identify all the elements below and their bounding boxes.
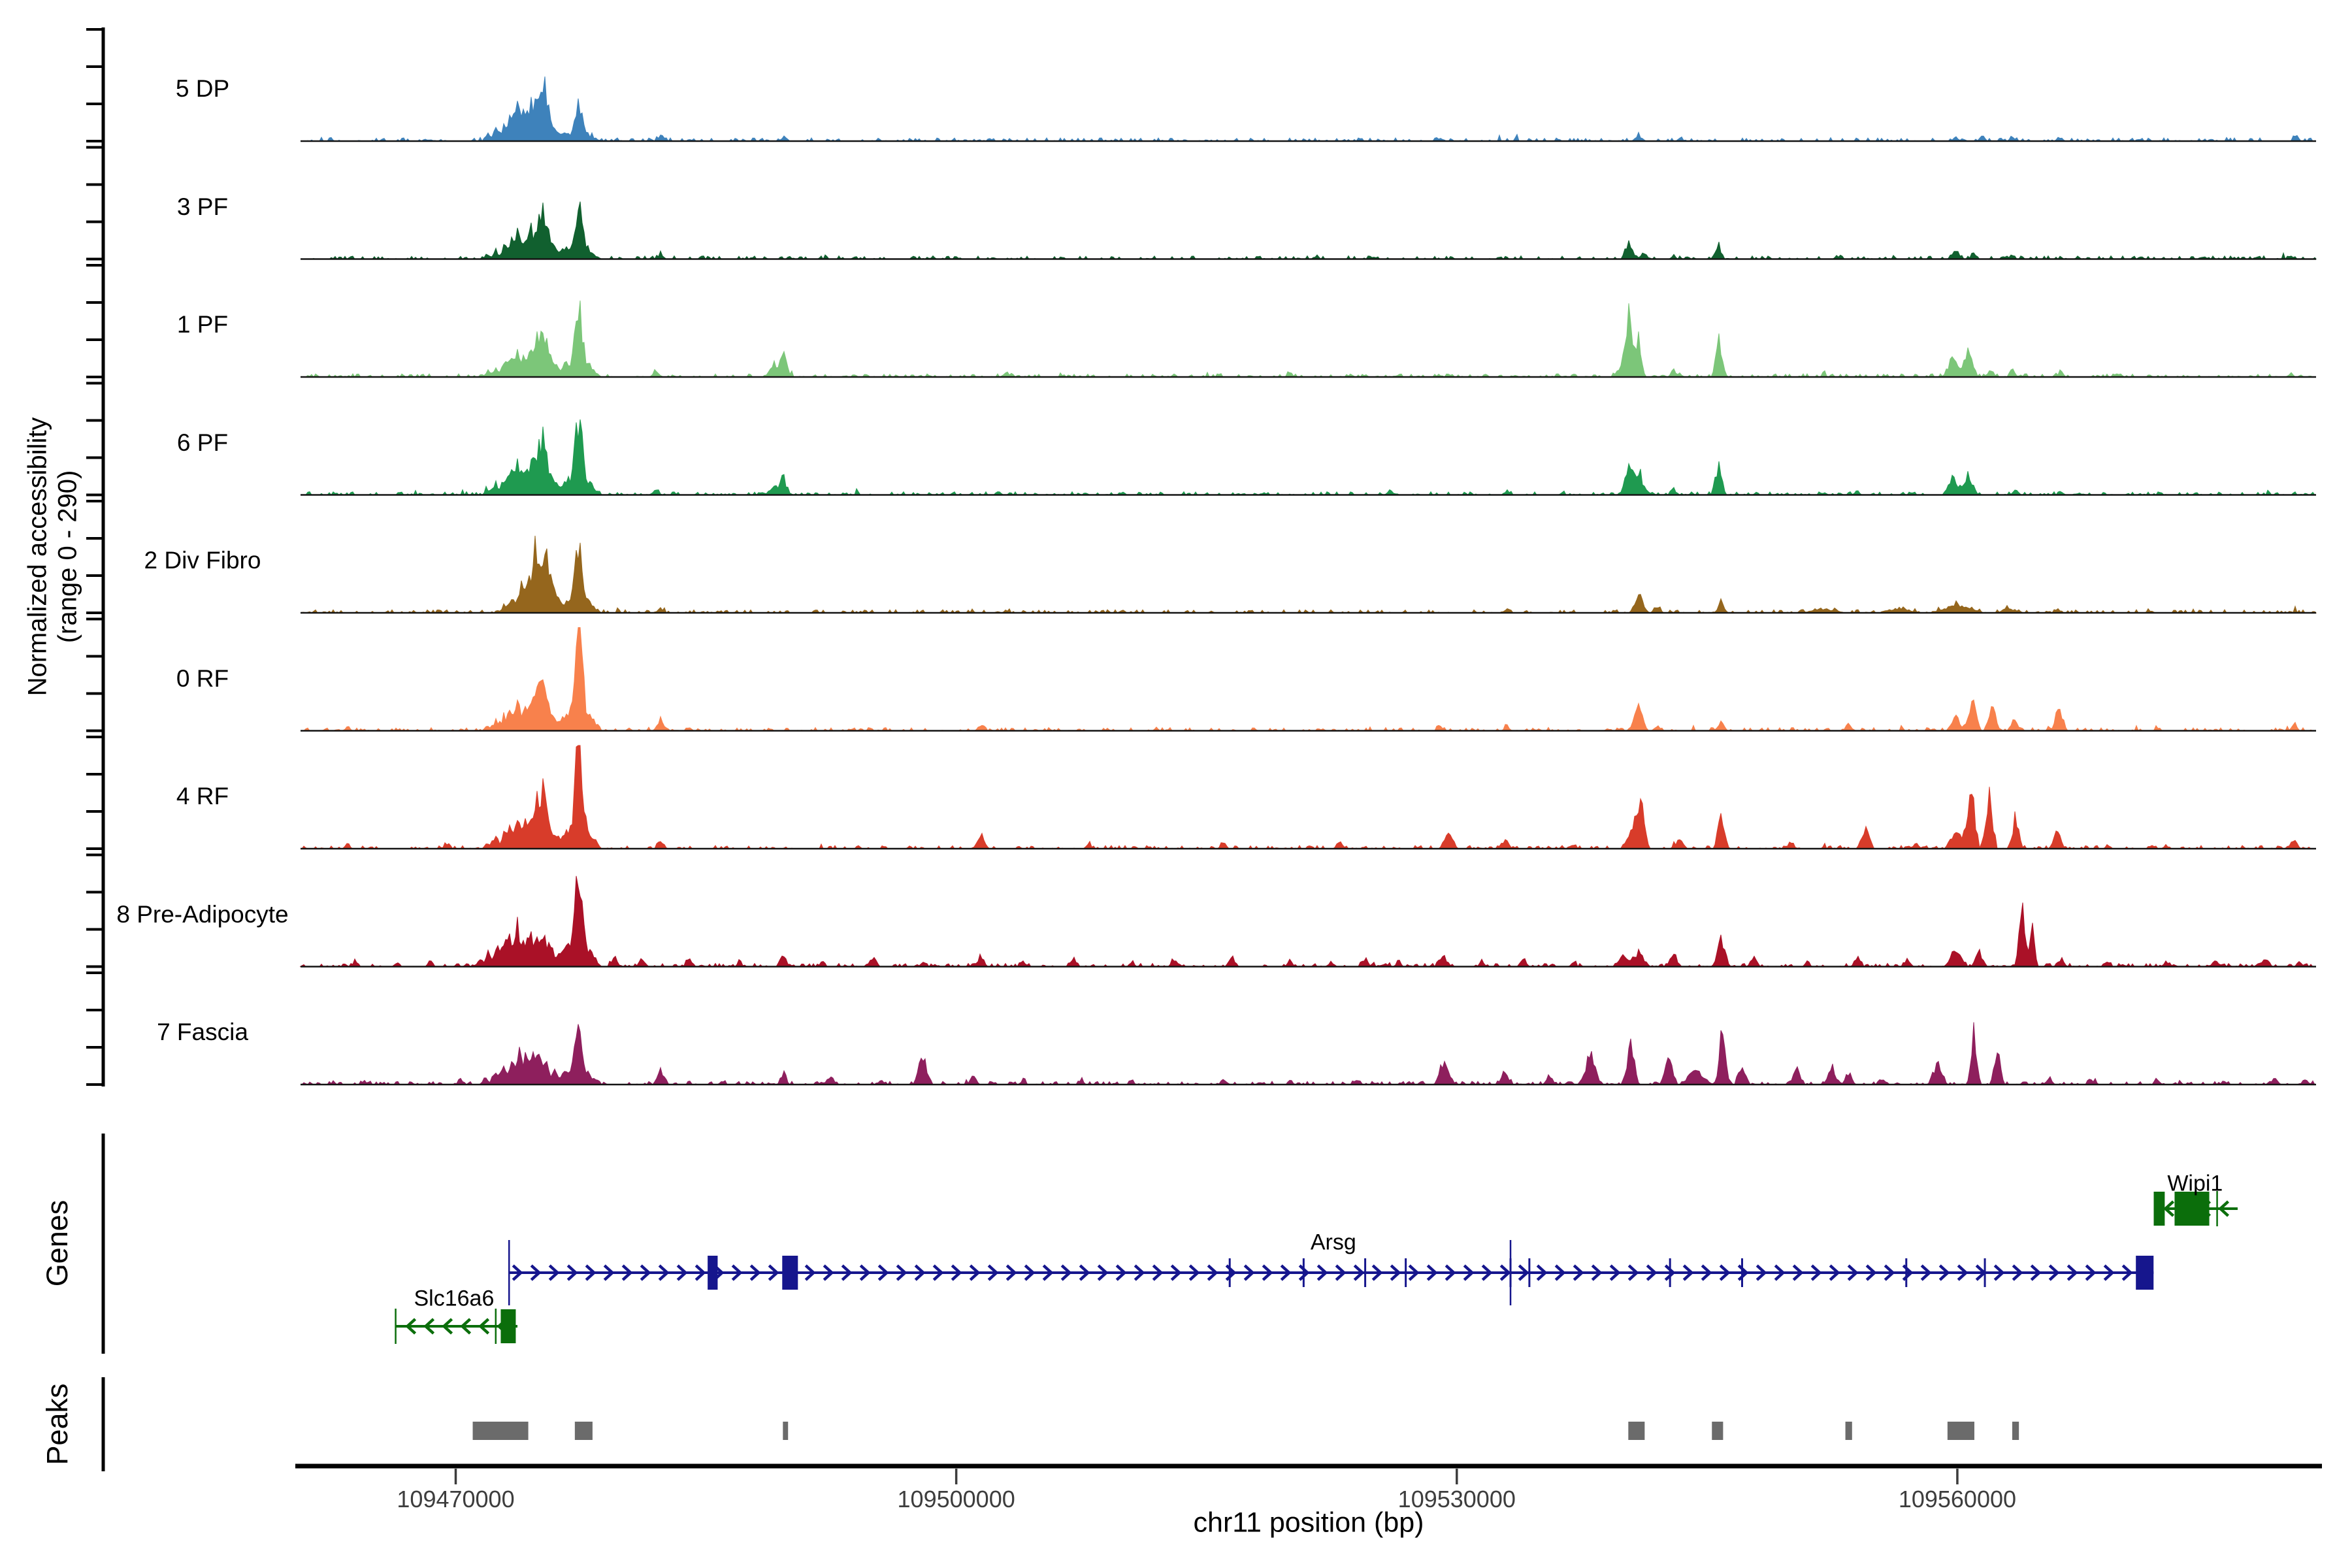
tracks-canvas [0,0,2352,1568]
exon-box [708,1256,717,1290]
peak-region-box [2012,1422,2019,1440]
peak-region-box [473,1422,529,1440]
track-label-3-pf: 3 PF [177,193,228,221]
signal-track-0-rf [301,628,2316,731]
peak-region-box [783,1422,788,1440]
exon-box [2154,1192,2165,1226]
signal-track-6-pf [301,419,2316,495]
signal-track-2-div-fibro [301,536,2316,613]
track-label-2-div-fibro: 2 Div Fibro [144,547,261,574]
gene-label-wipi1: Wipi1 [2167,1171,2223,1197]
signal-track-3-pf [301,202,2316,259]
signal-track-4-rf [301,745,2316,849]
x-axis-title: chr11 position (bp) [1194,1507,1424,1539]
signal-track-7-fascia [301,1022,2316,1085]
track-label-7-fascia: 7 Fascia [157,1019,248,1046]
signal-track-5-dp [301,76,2316,141]
track-label-8-pre-adipocyte: 8 Pre-Adipocyte [116,901,288,928]
peak-region-box [1712,1422,1723,1440]
exon-box [782,1256,798,1290]
gene-model-slc16a6 [396,1309,517,1344]
signal-track-8-pre-adipocyte [301,876,2316,967]
track-label-0-rf: 0 RF [176,665,229,693]
x-axis-tick-label: 109530000 [1398,1486,1516,1513]
peaks-section-label: Peaks [41,1383,74,1465]
track-label-1-pf: 1 PF [177,311,228,338]
x-axis-tick-label: 109560000 [1899,1486,2016,1513]
genes-section-label: Genes [41,1200,74,1287]
signal-track-1-pf [301,301,2316,377]
peak-region-box [1846,1422,1852,1440]
y-axis-label-line2: (range 0 - 290) [54,470,83,644]
track-label-6-pf: 6 PF [177,429,228,457]
track-label-4-rf: 4 RF [176,783,229,810]
exon-box [2174,1192,2209,1226]
x-axis-tick-label: 109500000 [898,1486,1015,1513]
track-label-5-dp: 5 DP [176,75,229,103]
exon-box [2136,1256,2153,1290]
genome-browser-figure: Normalized accessibility (range 0 - 290)… [0,0,2352,1568]
peak-region-box [575,1422,593,1440]
y-axis-label-line1: Normalized accessibility [24,417,53,696]
gene-label-arsg: Arsg [1311,1230,1356,1256]
peak-region-box [1628,1422,1644,1440]
gene-label-slc16a6: Slc16a6 [414,1286,495,1312]
peak-region-box [1948,1422,1974,1440]
exon-box [500,1309,515,1343]
x-axis-tick-label: 109470000 [397,1486,514,1513]
